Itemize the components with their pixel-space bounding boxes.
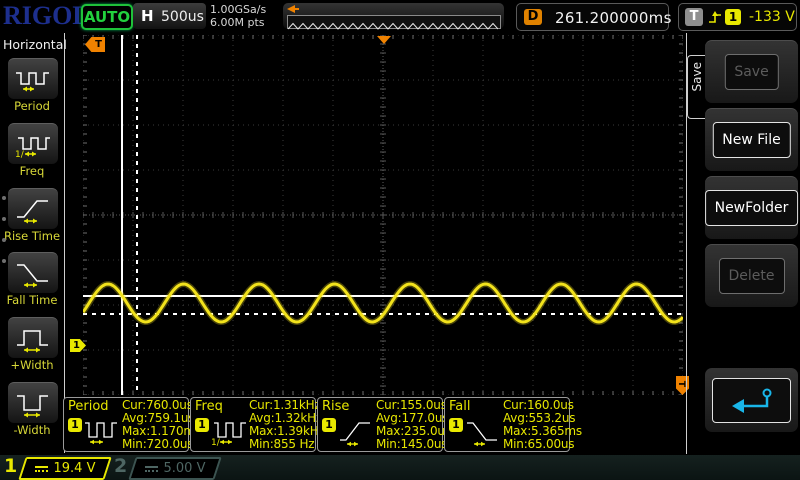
- measure-item-freq[interactable]: 1/: [8, 123, 58, 164]
- measure-item-period-label: Period: [0, 99, 64, 113]
- acquisition-info: 1.00GSa/s 6.00M pts: [210, 3, 266, 29]
- measure-item-period[interactable]: [8, 58, 58, 99]
- period-icon: [15, 64, 51, 94]
- panel-channel-badge: 1: [322, 418, 336, 432]
- softkey-block: New File: [705, 108, 798, 171]
- measurement-panel-fall: Fall 1 Cur:160.0us Avg:553.2us Max:5.365…: [444, 397, 570, 452]
- measure-item-rise-time-label: Rise Time: [0, 229, 64, 243]
- trigger-channel-badge: 1: [725, 9, 741, 25]
- panel-values: Cur:1.31kHz Avg:1.32kHz Max:1.39kHz Min:…: [249, 399, 325, 451]
- softkey-block: NewFolder: [705, 176, 798, 239]
- trigger-position-marker: [377, 36, 391, 44]
- menu-scroll-dot: [2, 217, 6, 221]
- measurement-panel-freq: Freq 1 1/ Cur:1.31kHz Avg:1.32kHz Max:1.…: [190, 397, 316, 452]
- delay-box[interactable]: D 261.200000ms: [516, 3, 669, 31]
- dc-coupling-icon: [145, 465, 158, 473]
- delay-value: 261.200000ms: [555, 9, 672, 27]
- horizontal-timebase-box[interactable]: H 500us: [133, 3, 206, 29]
- channel1-number: 1: [4, 455, 17, 477]
- new-folder-button[interactable]: NewFolder: [705, 190, 799, 226]
- measure-item-freq-label: Freq: [0, 164, 64, 178]
- menu-scroll-dot: [2, 238, 6, 242]
- channel2-number: 2: [114, 455, 127, 477]
- right-menu-tab-title: Save: [690, 62, 704, 91]
- panel-title: Freq: [195, 399, 223, 414]
- svg-text:1/: 1/: [15, 150, 25, 159]
- softkey-block: [705, 368, 798, 432]
- measure-item-fall-time[interactable]: [8, 252, 58, 293]
- panel-title: Fall: [449, 399, 470, 414]
- preview-waveform: [288, 21, 498, 31]
- top-status-bar: RIGOL AUTO H 500us 1.00GSa/s 6.00M pts D…: [0, 0, 800, 33]
- panel-title: Period: [68, 399, 109, 414]
- right-menu-tab: Save: [687, 55, 705, 119]
- measure-item-minus-width[interactable]: [8, 382, 58, 423]
- measure-item-plus-width-label: +Width: [0, 358, 64, 372]
- save-button[interactable]: Save: [724, 54, 778, 90]
- rigol-logo: RIGOL: [3, 1, 90, 31]
- period-icon: [84, 415, 120, 447]
- trigger-badge: T: [685, 8, 703, 26]
- freq-icon: 1/: [15, 129, 51, 159]
- delay-badge: D: [524, 9, 542, 25]
- panel-channel-badge: 1: [449, 418, 463, 432]
- return-arrow-icon: [728, 386, 776, 416]
- value-min: Min:855 Hz: [249, 438, 325, 451]
- measure-item-rise-time[interactable]: [8, 188, 58, 229]
- value-min: Min:145.0us: [376, 438, 451, 451]
- channel2-scale-box: 5.00 V: [128, 457, 221, 480]
- trigger-box[interactable]: T 1 -133 V: [678, 3, 797, 31]
- rise-time-icon: [15, 194, 51, 224]
- channel1-waveform: [83, 35, 683, 395]
- softkey-block: Delete: [705, 244, 798, 307]
- menu-scroll-dot: [2, 259, 6, 263]
- value-min: Min:65.00us: [503, 438, 582, 451]
- preview-trigger-tail: [295, 8, 299, 10]
- measure-item-minus-width-label: -Width: [0, 423, 64, 437]
- delete-button[interactable]: Delete: [719, 258, 785, 294]
- panel-values: Cur:155.0us Avg:177.0us Max:235.0us Min:…: [376, 399, 451, 451]
- panel-channel-badge: 1: [68, 418, 82, 432]
- timebase-value: 500us: [161, 9, 204, 25]
- measurement-panel-rise: Rise 1 Cur:155.0us Avg:177.0us Max:235.0…: [317, 397, 443, 452]
- oscilloscope-screen: RIGOL AUTO H 500us 1.00GSa/s 6.00M pts D…: [0, 0, 800, 480]
- channel2-scale: 5.00 V: [164, 461, 206, 476]
- measure-item-plus-width[interactable]: [8, 317, 58, 358]
- return-button[interactable]: [712, 378, 791, 423]
- minus-width-icon: [15, 388, 51, 418]
- panel-values: Cur:160.0us Avg:553.2us Max:5.365ms Min:…: [503, 399, 582, 451]
- measure-menu-title: Horizontal: [3, 37, 67, 52]
- preview-trigger-offleft-icon: [287, 5, 295, 13]
- softkey-block: Save: [705, 40, 798, 103]
- memory-depth: 6.00M pts: [210, 16, 266, 29]
- new-file-button[interactable]: New File: [712, 122, 790, 158]
- preview-window: [287, 15, 501, 29]
- run-status-badge: AUTO: [81, 4, 133, 30]
- trigger-level-value: -133 V: [749, 9, 795, 25]
- rise-time-icon: [338, 415, 374, 447]
- dc-coupling-icon: [35, 465, 48, 473]
- panel-channel-badge: 1: [195, 418, 209, 432]
- measure-item-fall-time-label: Fall Time: [0, 293, 64, 307]
- freq-icon: 1/: [211, 415, 247, 447]
- menu-scroll-dot: [2, 196, 6, 200]
- channel-status-bar: 1 19.4 V 2 5.00 V: [0, 455, 800, 480]
- fall-time-icon: [465, 415, 501, 447]
- svg-text:1/: 1/: [211, 438, 221, 447]
- trigger-slope-icon: [707, 8, 723, 26]
- left-measure-menu: Horizontal Period 1/ Freq: [0, 33, 65, 453]
- channel1-scale: 19.4 V: [54, 461, 96, 476]
- plus-width-icon: [15, 323, 51, 353]
- waveform-preview-bar[interactable]: [283, 3, 504, 29]
- measurement-panel-period: Period 1 Cur:760.0us Avg:759.1us Max:1.1…: [63, 397, 189, 452]
- graticule-area: T 1 T: [83, 35, 683, 395]
- channel1-scale-box: 19.4 V: [18, 457, 111, 480]
- panel-title: Rise: [322, 399, 349, 414]
- timebase-label: H: [141, 7, 154, 25]
- fall-time-icon: [15, 258, 51, 288]
- sample-rate: 1.00GSa/s: [210, 3, 266, 16]
